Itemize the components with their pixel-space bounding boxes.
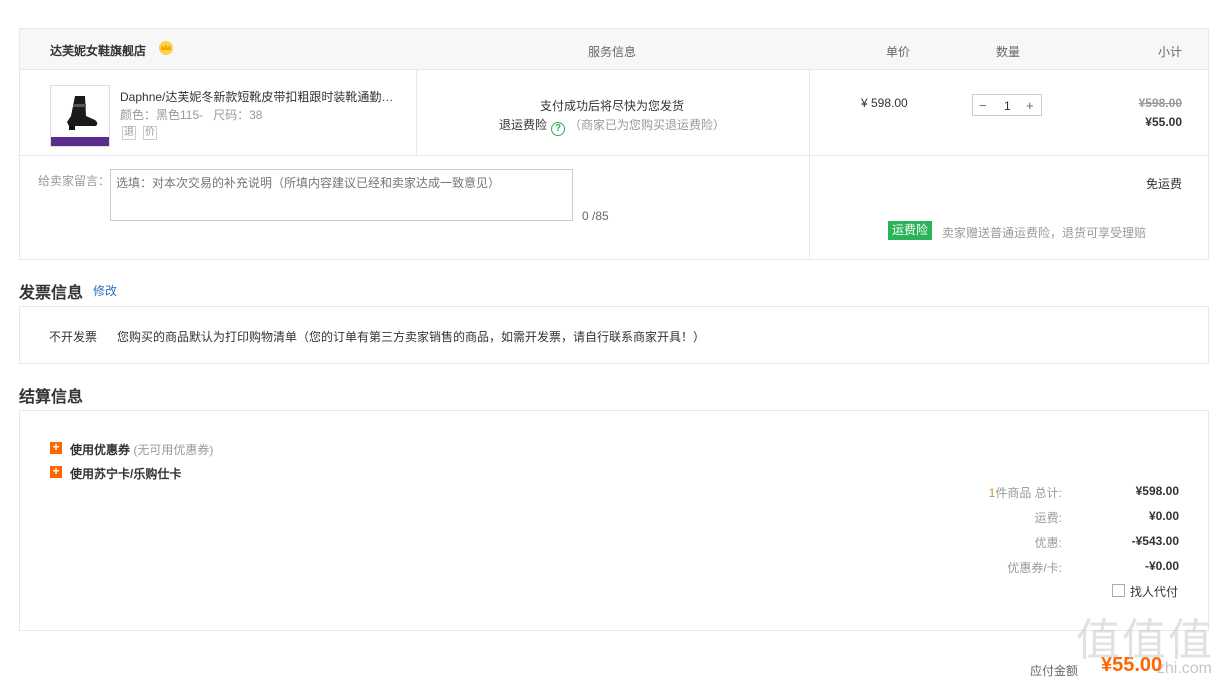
voucher-value: -¥0.00 (1144, 559, 1179, 573)
boot-icon (67, 96, 98, 130)
increase-button[interactable]: + (1026, 98, 1034, 113)
quantity-value[interactable]: 1 (1004, 99, 1011, 113)
quantity-stepper[interactable]: − 1 + (972, 94, 1042, 116)
invoice-edit-link[interactable]: 修改 (93, 282, 117, 299)
price-protect-tag: 价 (143, 126, 157, 140)
settlement-title: 结算信息 (19, 389, 84, 406)
invoice-type: 不开发票 (49, 330, 98, 344)
return-insurance-note: （商家已为您购买退运费险） (569, 118, 726, 132)
memo-row: 给卖家留言： 0 /85 免运费 运费险 卖家赠送普通运费险，退货可享受理赔 (20, 156, 1208, 259)
header-subtotal: 小计 (1157, 45, 1182, 59)
invoice-description: 您购买的商品默认为打印购物清单（您的订单有第三方卖家销售的商品，如需开发票，请自… (117, 330, 706, 344)
expand-plus-icon[interactable]: + (50, 465, 62, 478)
divider (809, 70, 810, 156)
return-tag: 退 (122, 126, 136, 140)
memo-label: 给卖家留言： (38, 174, 111, 188)
insurance-text: 卖家赠送普通运费险，退货可享受理赔 (942, 226, 1147, 240)
item-row: Daphne/达芙妮冬新款短靴皮带扣粗跟时装靴通勤… 颜色：黑色115- 尺码：… (20, 70, 1208, 156)
proxy-pay-checkbox[interactable] (1112, 584, 1125, 597)
unit-price: ¥ 598.00 (861, 96, 908, 110)
decrease-button[interactable]: − (979, 98, 987, 113)
card-option[interactable]: 使用苏宁卡/乐购仕卡 (70, 465, 181, 482)
order-header: 达芙妮女鞋旗舰店 服务信息 单价 数量 小计 (20, 29, 1208, 70)
header-service: 服务信息 (588, 45, 637, 59)
help-icon[interactable]: ? (551, 122, 566, 136)
order-table: 达芙妮女鞋旗舰店 服务信息 单价 数量 小计 Daphne/达芙妮冬新款短靴皮带… (19, 28, 1209, 260)
product-spec: 颜色：黑色115- 尺码：38 (120, 108, 263, 122)
watermark-text: zhi.com (1156, 660, 1212, 677)
return-insurance-info: 退运费险? （商家已为您购买退运费险） (499, 116, 725, 136)
settlement-box: + 使用优惠券 (无可用优惠券) + 使用苏宁卡/乐购仕卡 1件商品 总计: ¥… (19, 410, 1209, 631)
voucher-label: 优惠券/卡: (1007, 561, 1062, 575)
memo-input[interactable] (110, 169, 573, 221)
coupon-option[interactable]: 使用优惠券 (无可用优惠券) (70, 441, 213, 458)
payable-label: 应付金额 (1030, 664, 1079, 678)
divider (809, 156, 810, 259)
memo-char-count: 0 /85 (582, 209, 609, 223)
watermark-logo: 值值值 (1076, 615, 1214, 666)
item-subtotal: ¥55.00 (1145, 115, 1182, 129)
total-value: ¥598.00 (1135, 484, 1179, 498)
return-insurance-link[interactable]: 退运费险 (499, 118, 547, 132)
header-quantity: 数量 (996, 45, 1021, 59)
shipping-promise: 支付成功后将尽快为您发货 (540, 99, 685, 113)
free-shipping-label: 免运费 (1145, 177, 1182, 191)
crown-icon (159, 41, 173, 55)
store-name[interactable]: 达芙妮女鞋旗舰店 (50, 42, 146, 59)
discount-label: 优惠: (1034, 536, 1062, 550)
product-thumbnail[interactable] (50, 85, 110, 147)
shipping-fee-label: 运费: (1034, 511, 1062, 525)
expand-plus-icon[interactable]: + (50, 441, 62, 454)
total-label: 1件商品 总计: (988, 486, 1062, 500)
shipping-fee-value: ¥0.00 (1148, 509, 1179, 523)
header-unit-price: 单价 (886, 45, 911, 59)
invoice-title: 发票信息 (19, 285, 84, 302)
discount-value: -¥543.00 (1131, 534, 1179, 548)
product-title[interactable]: Daphne/达芙妮冬新款短靴皮带扣粗跟时装靴通勤… (120, 88, 400, 105)
proxy-pay-label[interactable]: 找人代付 (1130, 583, 1178, 600)
thumbnail-banner (51, 137, 109, 146)
original-price: ¥598.00 (1138, 96, 1182, 110)
insurance-badge: 运费险 (888, 221, 933, 240)
divider (416, 70, 417, 156)
invoice-box: 不开发票 您购买的商品默认为打印购物清单（您的订单有第三方卖家销售的商品，如需开… (19, 306, 1209, 364)
